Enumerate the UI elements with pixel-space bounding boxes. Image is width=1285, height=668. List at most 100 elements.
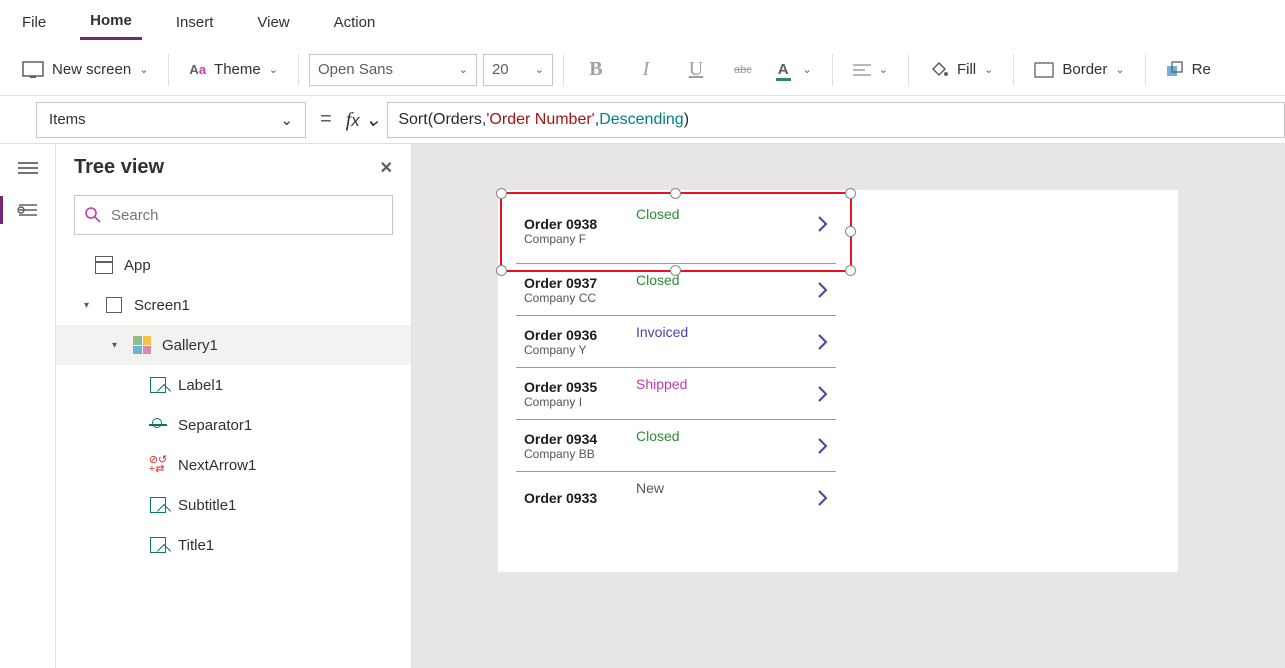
label-icon (148, 535, 168, 555)
screen-icon (22, 61, 44, 79)
font-color-button[interactable]: A⌄ (768, 55, 822, 84)
chevron-down-icon: ⌄ (1115, 63, 1124, 76)
align-button[interactable]: ⌄ (843, 57, 898, 83)
font-size-value: 20 (492, 61, 509, 78)
search-icon (85, 207, 101, 223)
formula-token: 'Order Number' (486, 111, 594, 129)
chevron-down-icon: ⌄ (879, 63, 888, 76)
tree-node-nextarrow1[interactable]: ⊘↺+⇄ NextArrow1 (56, 445, 411, 485)
close-icon[interactable]: ✕ (380, 158, 393, 178)
tree-node-label: Label1 (178, 377, 223, 394)
gallery-control[interactable]: Order 0938Company FClosedOrder 0937Compa… (516, 198, 836, 524)
gallery-row-status: Shipped (636, 376, 687, 392)
gallery-row[interactable]: Order 0938Company FClosed (516, 198, 836, 264)
chevron-down-icon: ⌄ (269, 63, 278, 76)
new-screen-label: New screen (52, 61, 131, 78)
gallery-row[interactable]: Order 0935Company IShipped (516, 368, 836, 420)
formula-bar: Items ⌄ = fx ⌄ Sort( Orders, 'Order Numb… (0, 96, 1285, 144)
separator-icon (148, 415, 168, 435)
font-select[interactable]: Open Sans ⌄ (309, 54, 477, 86)
gallery-row[interactable]: Order 0936Company YInvoiced (516, 316, 836, 368)
canvas-area[interactable]: Order 0938Company FClosedOrder 0937Compa… (412, 144, 1285, 668)
menu-view[interactable]: View (247, 6, 299, 39)
border-button[interactable]: Border ⌄ (1024, 55, 1134, 84)
collapse-icon[interactable]: ▾ (112, 340, 122, 351)
gallery-row-subtitle: Company CC (524, 291, 597, 305)
search-input[interactable] (111, 207, 382, 224)
gallery-row-title: Order 0936 (524, 327, 597, 343)
font-name-value: Open Sans (318, 61, 393, 78)
label-icon (148, 495, 168, 515)
resize-handle[interactable] (496, 188, 507, 199)
gallery-row[interactable]: Order 0934Company BBClosed (516, 420, 836, 472)
collapse-icon[interactable]: ▾ (84, 300, 94, 311)
resize-handle[interactable] (845, 265, 856, 276)
tree-view-title: Tree view (74, 156, 164, 179)
canvas-screen[interactable]: Order 0938Company FClosedOrder 0937Compa… (498, 190, 1178, 572)
strikethrough-icon: abc (734, 64, 752, 76)
tree-node-app[interactable]: App (56, 245, 411, 285)
nextarrow-icon: ⊘↺+⇄ (148, 455, 168, 475)
chevron-right-icon[interactable] (816, 280, 830, 300)
tree-node-label: Screen1 (134, 297, 190, 314)
separator (298, 54, 299, 86)
tree-node-label1[interactable]: Label1 (56, 365, 411, 405)
screen-icon (104, 295, 124, 315)
gallery-row[interactable]: Order 0933New (516, 472, 836, 524)
property-value: Items (49, 111, 86, 128)
chevron-right-icon[interactable] (816, 214, 830, 234)
border-label: Border (1062, 61, 1107, 78)
resize-handle[interactable] (496, 265, 507, 276)
gallery-icon (132, 335, 152, 355)
chevron-right-icon[interactable] (816, 488, 830, 508)
italic-button[interactable]: I (624, 52, 668, 88)
tree-search-box[interactable] (74, 195, 393, 235)
menu-file[interactable]: File (12, 6, 56, 39)
separator (168, 54, 169, 86)
gallery-row-title: Order 0934 (524, 431, 597, 447)
menu-bar: File Home Insert View Action (0, 0, 1285, 44)
underline-button[interactable]: U (674, 52, 718, 88)
resize-handle[interactable] (845, 188, 856, 199)
tree-node-subtitle1[interactable]: Subtitle1 (56, 485, 411, 525)
reorder-button[interactable]: Re (1156, 55, 1221, 85)
gallery-row-status: Closed (636, 428, 680, 444)
menu-home[interactable]: Home (80, 4, 142, 40)
gallery-row-status: Closed (636, 272, 680, 288)
chevron-down-icon: ⌄ (803, 63, 812, 76)
chevron-right-icon[interactable] (816, 436, 830, 456)
tree-node-label: App (124, 257, 151, 274)
tree-node-separator1[interactable]: Separator1 (56, 405, 411, 445)
gallery-row-subtitle: Company Y (524, 343, 597, 357)
tree-node-title1[interactable]: Title1 (56, 525, 411, 565)
font-size-select[interactable]: 20 ⌄ (483, 54, 553, 86)
formula-input[interactable]: Sort( Orders, 'Order Number', Descending… (387, 102, 1285, 138)
theme-button[interactable]: Aa Theme ⌄ (179, 55, 288, 84)
menu-action[interactable]: Action (324, 6, 386, 39)
fx-icon[interactable]: fx ⌄ (346, 107, 388, 132)
gallery-row-status: New (636, 480, 664, 496)
tree-view-panel: Tree view ✕ App ▾ Screen1 ▾ Galle (56, 144, 412, 668)
formula-token: Descending (599, 111, 684, 129)
property-selector[interactable]: Items ⌄ (36, 102, 306, 138)
resize-handle[interactable] (845, 226, 856, 237)
app-icon (94, 255, 114, 275)
gallery-row-title: Order 0937 (524, 275, 597, 291)
tree-view-tab-icon[interactable] (16, 198, 40, 222)
bold-button[interactable]: B (574, 52, 618, 88)
new-screen-button[interactable]: New screen ⌄ (12, 55, 158, 85)
chevron-down-icon: ⌄ (535, 63, 544, 76)
theme-icon: Aa (189, 62, 206, 77)
fill-button[interactable]: Fill ⌄ (919, 55, 1003, 85)
separator (832, 54, 833, 86)
chevron-right-icon[interactable] (816, 384, 830, 404)
chevron-right-icon[interactable] (816, 332, 830, 352)
tree: App ▾ Screen1 ▾ Gallery1 Label1 Separato… (56, 245, 411, 565)
tree-node-screen1[interactable]: ▾ Screen1 (56, 285, 411, 325)
hamburger-icon[interactable] (16, 156, 40, 180)
tree-node-gallery1[interactable]: ▾ Gallery1 (56, 325, 411, 365)
strike-button[interactable]: abc (724, 58, 762, 82)
menu-insert[interactable]: Insert (166, 6, 224, 39)
gallery-row[interactable]: Order 0937Company CC Closed (516, 264, 836, 316)
separator (1145, 54, 1146, 86)
